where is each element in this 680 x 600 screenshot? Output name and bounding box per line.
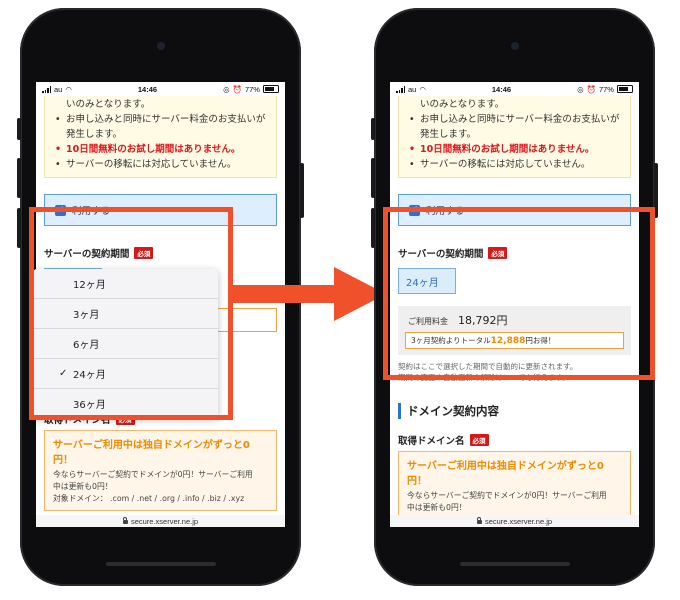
notice-box: いのみとなります。 お申し込みと同時にサーバー料金のお支払いが発生します。 10… bbox=[44, 96, 277, 178]
domain-promo-line: 中は更新も0円！ bbox=[53, 482, 113, 491]
domain-promo-line: 中は更新も0円！ bbox=[407, 503, 467, 512]
volume-down-button bbox=[17, 208, 21, 248]
notice-item: サーバーの移転には対応していません。 bbox=[409, 157, 622, 172]
alarm-icon: ⏰ bbox=[586, 84, 596, 94]
lock-icon bbox=[476, 517, 482, 524]
notice-top-text: いのみとなります。 bbox=[420, 99, 505, 110]
url-text: secure.xserver.ne.jp bbox=[484, 516, 553, 526]
lock-icon bbox=[122, 517, 128, 524]
power-button bbox=[300, 163, 304, 218]
signal-icon bbox=[396, 85, 405, 93]
right-highlight-frame bbox=[383, 207, 655, 380]
required-badge: 必須 bbox=[469, 434, 489, 446]
alarm-icon: ⏰ bbox=[232, 84, 242, 94]
mute-switch bbox=[17, 118, 21, 140]
signal-icon bbox=[42, 85, 51, 93]
notice-top-text: いのみとなります。 bbox=[66, 99, 151, 110]
battery-icon bbox=[262, 85, 279, 93]
status-time: 14:46 bbox=[491, 84, 512, 94]
domain-promo-line: 今ならサーバーご契約でドメインが0円！サーバーご利用 bbox=[407, 491, 607, 500]
status-time: 14:46 bbox=[137, 84, 158, 94]
domain-name-label: 取得ドメイン名 必須 bbox=[398, 433, 631, 447]
url-bar[interactable]: secure.xserver.ne.jp bbox=[36, 515, 285, 527]
mute-switch bbox=[371, 118, 375, 140]
notice-item-warning: 10日間無料のお試し期間はありません。 bbox=[55, 142, 268, 157]
battery-icon bbox=[616, 85, 633, 93]
carrier-label: au bbox=[54, 84, 63, 94]
wifi-icon: ◠ bbox=[65, 84, 72, 94]
location-icon: ◎ bbox=[223, 84, 230, 94]
notice-item-warning: 10日間無料のお試し期間はありません。 bbox=[409, 142, 622, 157]
front-camera bbox=[156, 42, 165, 50]
domain-promo-headline: サーバーご利用中は独自ドメインがずっと0円！ bbox=[407, 461, 604, 487]
volume-up-button bbox=[371, 158, 375, 198]
left-highlight-frame bbox=[29, 207, 233, 420]
arrow-shaft bbox=[232, 285, 342, 303]
domain-promo-box: サーバーご利用中は独自ドメインがずっと0円！ 今ならサーバーご契約でドメインが0… bbox=[44, 430, 277, 511]
notice-item: サーバーの移転には対応していません。 bbox=[55, 157, 268, 172]
status-bar: au ◠ 14:46 ◎ ⏰ 77% bbox=[36, 82, 285, 96]
url-bar[interactable]: secure.xserver.ne.jp bbox=[390, 515, 639, 527]
volume-up-button bbox=[17, 158, 21, 198]
notice-item: お申し込みと同時にサーバー料金のお支払いが発生します。 bbox=[55, 112, 268, 142]
domain-promo-headline: サーバーご利用中は独自ドメインがずっと0円！ bbox=[53, 440, 250, 466]
home-indicator bbox=[459, 562, 570, 566]
home-indicator bbox=[105, 562, 216, 566]
volume-down-button bbox=[371, 208, 375, 248]
domain-promo-targets: 対象ドメイン： .com / .net / .org / .info / .bi… bbox=[53, 494, 245, 503]
wifi-icon: ◠ bbox=[419, 84, 426, 94]
url-text: secure.xserver.ne.jp bbox=[130, 516, 199, 526]
domain-section-title: ドメイン契約内容 bbox=[398, 403, 631, 419]
carrier-label: au bbox=[408, 84, 417, 94]
status-bar: au ◠ 14:46 ◎ ⏰ 77% bbox=[390, 82, 639, 96]
notice-item: お申し込みと同時にサーバー料金のお支払いが発生します。 bbox=[409, 112, 622, 142]
domain-name-label-text: 取得ドメイン名 bbox=[398, 436, 465, 447]
battery-percent: 77% bbox=[598, 84, 614, 94]
battery-percent: 77% bbox=[244, 84, 260, 94]
front-camera bbox=[510, 42, 519, 50]
location-icon: ◎ bbox=[577, 84, 584, 94]
domain-promo-line: 今ならサーバーご契約でドメインが0円！サーバーご利用 bbox=[53, 470, 253, 479]
notice-box: いのみとなります。 お申し込みと同時にサーバー料金のお支払いが発生します。 10… bbox=[398, 96, 631, 178]
